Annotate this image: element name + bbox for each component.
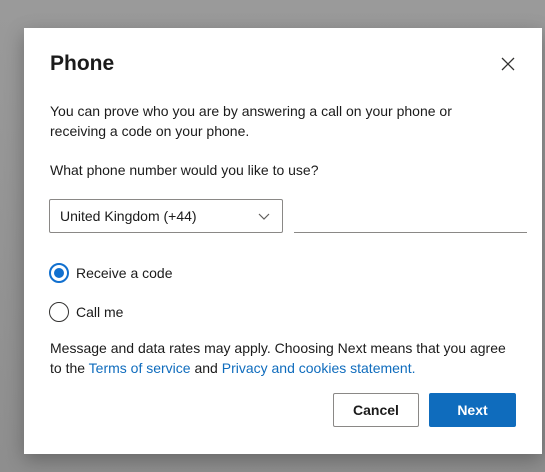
radio-call-me[interactable]: Call me (49, 301, 123, 323)
notice-and-text: and (190, 360, 222, 376)
rates-notice: Message and data rates may apply. Choosi… (50, 338, 520, 378)
close-button[interactable] (498, 54, 518, 74)
privacy-statement-link[interactable]: Privacy and cookies statement. (222, 360, 416, 376)
country-code-value: United Kingdom (+44) (60, 208, 197, 224)
country-code-select[interactable]: United Kingdom (+44) (49, 199, 283, 233)
phone-question: What phone number would you like to use? (50, 162, 319, 178)
next-button[interactable]: Next (429, 393, 516, 427)
phone-dialog: Phone You can prove who you are by answe… (24, 28, 542, 454)
chevron-down-icon (258, 213, 270, 220)
radio-receive-code-label: Receive a code (76, 265, 173, 281)
terms-of-service-link[interactable]: Terms of service (89, 360, 191, 376)
close-icon (501, 57, 515, 71)
radio-receive-code[interactable]: Receive a code (49, 262, 173, 284)
radio-checked-icon (49, 263, 69, 283)
radio-call-me-label: Call me (76, 304, 124, 320)
dialog-title: Phone (50, 52, 115, 75)
radio-unchecked-icon (49, 302, 69, 322)
dialog-description: You can prove who you are by answering a… (50, 103, 452, 139)
phone-number-input[interactable] (294, 199, 527, 233)
cancel-button[interactable]: Cancel (333, 393, 419, 427)
